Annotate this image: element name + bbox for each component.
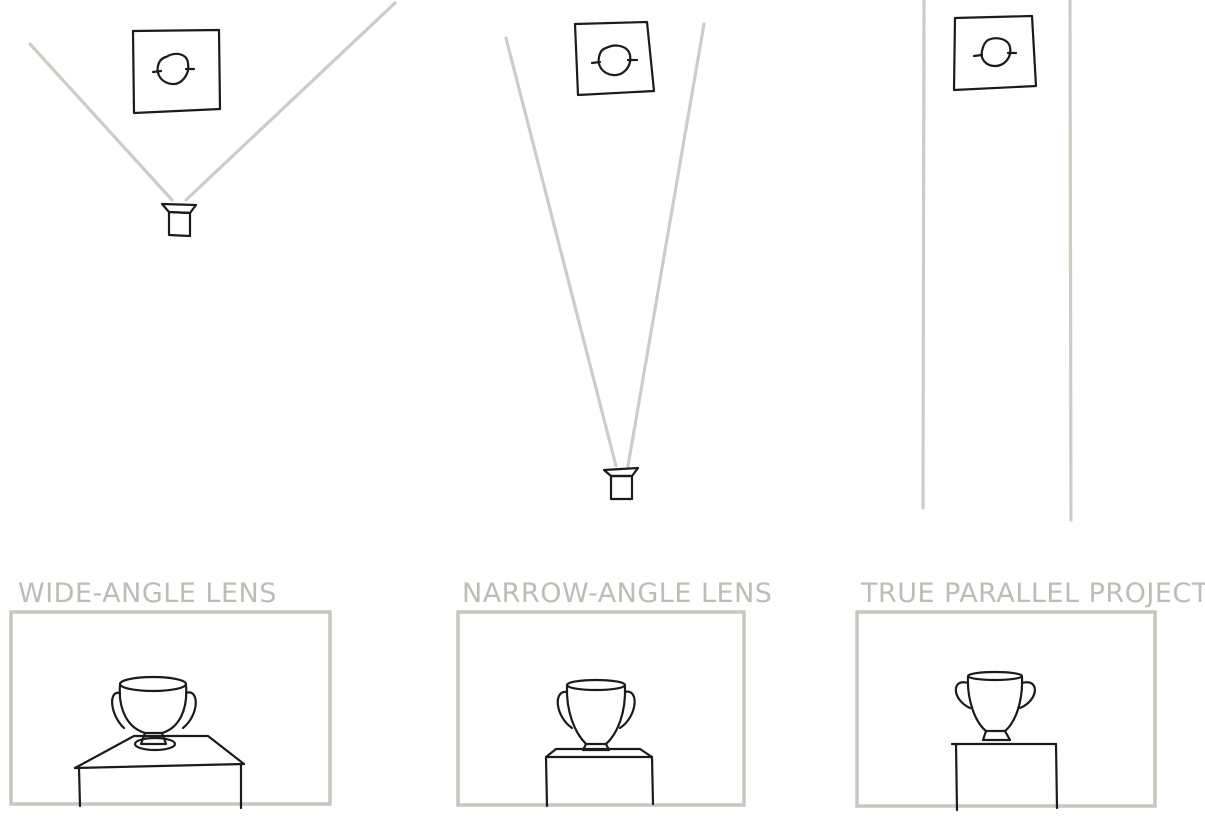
narrow-trophy-on-pedestal (544, 678, 655, 808)
wide-trophy-on-pedestal (73, 675, 246, 810)
wide-left-view-ray (28, 42, 174, 202)
narrow-right-view-ray (626, 22, 706, 468)
wide-view-frame (9, 610, 332, 806)
wide-camera-icon (160, 202, 198, 238)
narrow-angle-top-view (504, 20, 706, 501)
lens-projection-diagram: WIDE-ANGLE LENS NARROW-ANGLE LENS TRUE P… (9, 0, 1205, 812)
parallel-trophy-on-pedestal (950, 670, 1059, 812)
parallel-view-frame (855, 610, 1157, 808)
parallel-right-view-ray (1068, 0, 1073, 522)
parallel-subject-box (952, 14, 1038, 92)
parallel-camera-view (855, 610, 1157, 812)
narrow-angle-camera-view (456, 610, 746, 808)
parallel-projection-top-view (921, 0, 1073, 522)
wide-angle-top-view (28, 1, 397, 238)
wide-right-view-ray (184, 1, 397, 202)
narrow-left-view-ray (504, 36, 618, 468)
narrow-angle-caption: NARROW-ANGLE LENS (462, 578, 772, 609)
parallel-projection-caption: TRUE PARALLEL PROJECTION (860, 578, 1205, 609)
narrow-view-frame (456, 610, 746, 807)
wide-subject-box (131, 28, 222, 115)
wide-angle-caption: WIDE-ANGLE LENS (18, 578, 277, 609)
wide-angle-camera-view (9, 610, 332, 810)
narrow-camera-icon (602, 466, 640, 501)
narrow-subject-box (573, 20, 656, 97)
parallel-left-view-ray (921, 0, 926, 510)
